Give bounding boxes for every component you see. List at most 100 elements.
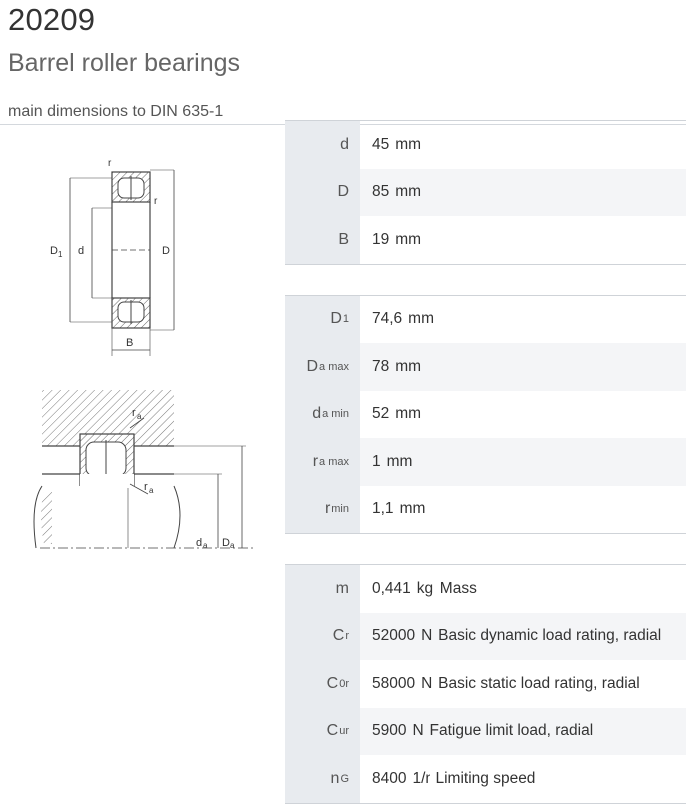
table-row: ra max 1 mm — [285, 438, 686, 486]
value-number: 5900 — [372, 722, 407, 740]
bearing-section-drawing: r r D 1 d D B — [50, 158, 175, 356]
value-unit: 1/m — [412, 769, 430, 787]
table-row: r min 1,1 mm — [285, 485, 686, 534]
symbol-main: B — [338, 230, 349, 248]
row-symbol: C 0r — [285, 660, 360, 708]
row-value: 58000 N Basic static load rating, radial — [360, 660, 686, 708]
label-ra-bottom: r — [144, 481, 148, 493]
row-value: 52000 N Basic dynamic load rating, radial — [360, 612, 686, 660]
value-number: 19 — [372, 230, 390, 248]
table-row: Da max 78 mm — [285, 343, 686, 391]
symbol-subscript: a min — [322, 408, 349, 421]
value-number: 74,6 — [372, 310, 403, 328]
label-D: D — [162, 245, 170, 257]
symbol-main: C — [332, 627, 345, 645]
bearing-type: Barrel roller bearings — [8, 49, 241, 77]
row-symbol: D — [285, 168, 360, 216]
table-row: D 85 mm — [285, 168, 686, 216]
label-B: B — [126, 337, 133, 349]
row-value: 0,441 kg Mass — [360, 565, 686, 613]
symbol-main: C — [326, 674, 339, 692]
value-number: 52000 — [372, 627, 416, 645]
row-value: 85 mm — [360, 168, 686, 216]
row-symbol: d — [285, 121, 360, 169]
row-symbol: D1 — [285, 295, 360, 343]
value-description: Fatigue limit load, radial — [429, 722, 594, 740]
value-unit: N — [412, 722, 424, 740]
label-ra-bottom-sub: a — [149, 486, 154, 495]
row-value: 1,1 mm — [360, 486, 686, 534]
value-unit: N — [421, 627, 433, 645]
row-value: 45 mm — [360, 121, 686, 169]
value-description: Limiting speed — [435, 769, 536, 787]
label-Da-sub: a — [230, 541, 235, 550]
value-number: 58000 — [372, 674, 416, 692]
symbol-main: r — [324, 500, 331, 518]
row-symbol: r min — [285, 485, 360, 533]
value-number: 0,441 — [372, 579, 411, 597]
label-D1-sub: 1 — [58, 250, 63, 259]
value-description: Basic dynamic load rating, radial — [438, 627, 662, 645]
label-da: d — [196, 537, 202, 549]
bearing-designation: 20209 — [8, 2, 96, 37]
main-dimensions-table: d 45 mm D 85 mm B 19 mm — [285, 120, 686, 265]
symbol-main: n — [330, 769, 340, 787]
table-row: C 0r 58000 N Basic static load rating, radia… — [285, 660, 686, 708]
symbol-main: D — [337, 183, 349, 201]
value-unit: mm — [408, 310, 434, 328]
symbol-subscript: ur — [339, 725, 349, 738]
row-value: 52 mm — [360, 391, 686, 439]
value-unit: mm — [395, 357, 422, 375]
symbol-subscript: 0r — [339, 677, 349, 690]
row-symbol: ra max — [285, 438, 360, 486]
value-number: 85 — [372, 183, 390, 201]
row-symbol: B — [285, 216, 360, 264]
value-description: Basic static load rating, radial — [438, 674, 640, 692]
label-ra-top: r — [132, 407, 136, 419]
value-number: 52 — [372, 405, 390, 423]
symbol-subscript: min — [331, 503, 349, 516]
value-number: 1,1 — [372, 500, 394, 518]
value-unit: mm — [395, 230, 422, 248]
label-d: d — [78, 245, 84, 257]
row-value: 1 mm — [360, 438, 686, 486]
symbol-main: D — [306, 357, 319, 375]
value-unit: mm — [399, 500, 426, 518]
label-D1: D — [50, 245, 58, 257]
dimension-tables: d 45 mm D 85 mm B 19 mm D 1 74,6 mm Da max 78 mm d a min… — [285, 120, 686, 804]
table-row: d 45 mm — [285, 121, 686, 169]
row-symbol: Da max — [285, 343, 360, 391]
value-number: 45 — [372, 135, 390, 153]
table-row: D 1 74,6 mm — [285, 295, 686, 343]
symbol-subscript: G — [340, 772, 349, 785]
label-ra-top-sub: a — [137, 412, 142, 421]
dimensions-caption: main dimensions to DIN 635-1 — [8, 103, 224, 120]
symbol-subscript: a max — [319, 455, 349, 468]
table-row: B 19 mm — [285, 216, 686, 264]
value-number: 78 — [372, 357, 390, 375]
row-symbol: Cr — [285, 612, 360, 660]
value-unit: mm — [395, 405, 422, 423]
symbol-main: r — [312, 452, 319, 470]
value-unit: N — [421, 674, 433, 692]
value-unit: kg — [416, 579, 434, 597]
row-symbol: da min — [285, 390, 360, 438]
value-unit: mm — [386, 452, 413, 470]
table-row: m 0,441 kg Mass — [285, 565, 686, 613]
value-description: Mass — [439, 579, 477, 597]
label-da-sub: a — [203, 541, 208, 550]
row-symbol: nG — [285, 755, 360, 803]
symbol-main: d — [312, 405, 322, 423]
label-Da: D — [222, 537, 230, 549]
symbol-main: D — [330, 310, 342, 328]
label-r-top: r — [108, 158, 112, 169]
row-symbol: Cur — [285, 707, 360, 755]
value-unit: mm — [395, 135, 422, 153]
symbol-main: m — [335, 579, 349, 597]
symbol-main: d — [340, 135, 349, 153]
row-value: 19 mm — [360, 216, 686, 264]
table-row: nG 8400 1/m Limiting speed — [285, 755, 686, 803]
value-unit: mm — [395, 183, 422, 201]
value-number: 1 — [372, 452, 381, 470]
symbol-subscript: r — [345, 630, 349, 643]
